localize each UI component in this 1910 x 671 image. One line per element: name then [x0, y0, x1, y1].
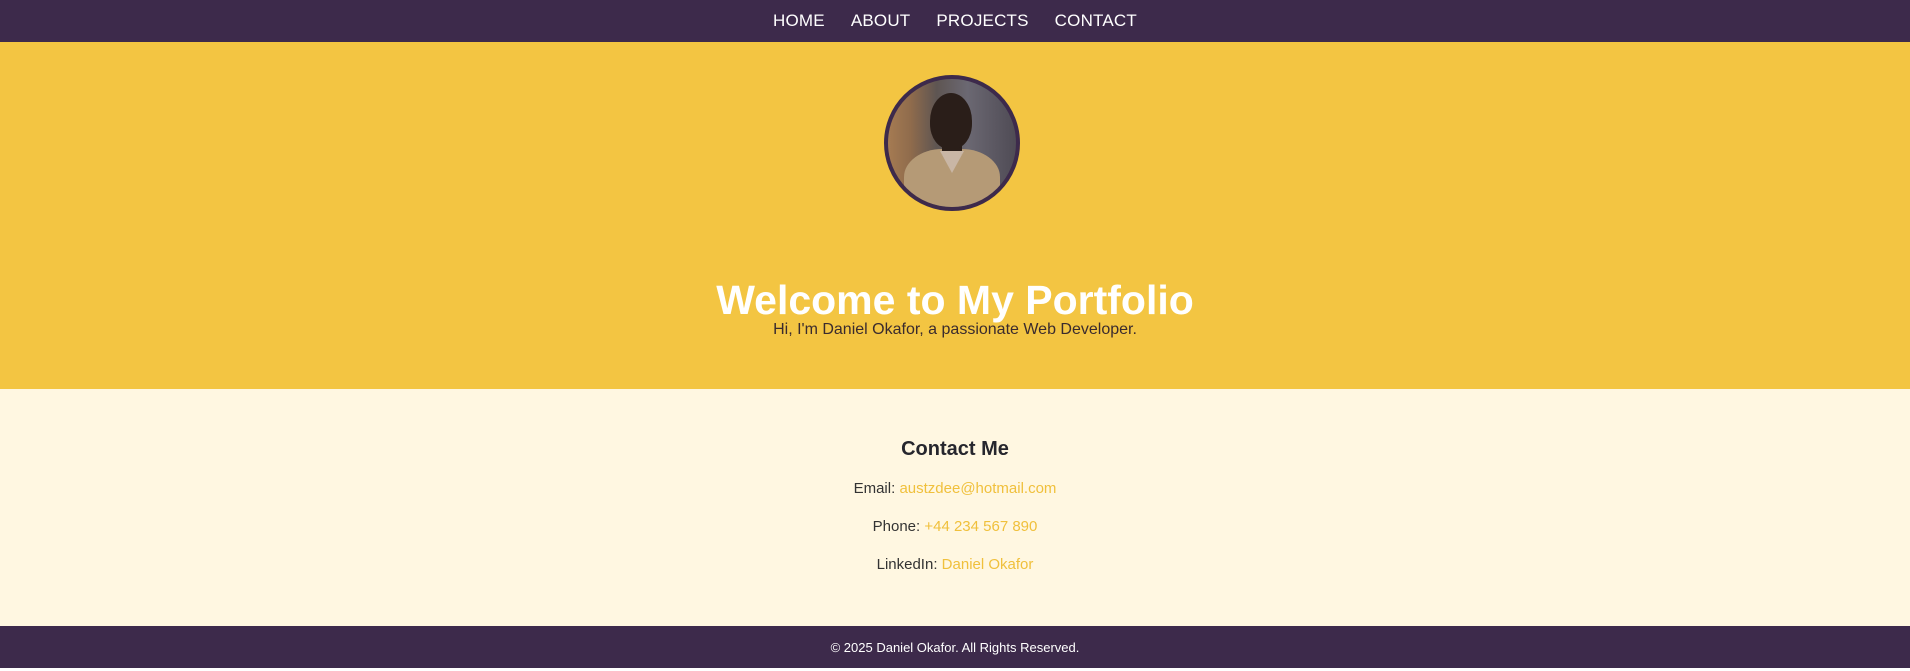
page-footer: © 2025 Daniel Okafor. All Rights Reserve…: [0, 626, 1910, 668]
phone-link[interactable]: +44 234 567 890: [924, 518, 1037, 535]
contact-email-row: Email: austzdee@hotmail.com: [0, 480, 1910, 497]
email-label: Email:: [853, 480, 896, 497]
top-nav: HOME ABOUT PROJECTS CONTACT: [0, 0, 1910, 42]
profile-photo: [884, 75, 1020, 211]
hero-title: Welcome to My Portfolio: [716, 277, 1194, 323]
phone-label: Phone:: [872, 518, 921, 535]
nav-link-contact[interactable]: CONTACT: [1055, 11, 1137, 31]
nav-link-about[interactable]: ABOUT: [851, 11, 911, 31]
footer-copyright: © 2025 Daniel Okafor. All Rights Reserve…: [830, 639, 1080, 655]
hero-subtitle: Hi, I'm Daniel Okafor, a passionate Web …: [773, 321, 1137, 338]
contact-phone-row: Phone: +44 234 567 890: [0, 518, 1910, 535]
contact-heading: Contact Me: [901, 438, 1009, 460]
photo-head: [930, 93, 972, 149]
contact-section: Contact Me Email: austzdee@hotmail.com P…: [0, 389, 1910, 626]
nav-link-home[interactable]: HOME: [773, 11, 825, 31]
contact-linkedin-row: LinkedIn: Daniel Okafor: [0, 556, 1910, 573]
hero-section: Welcome to My Portfolio Hi, I'm Daniel O…: [0, 42, 1910, 389]
email-link[interactable]: austzdee@hotmail.com: [899, 480, 1056, 497]
nav-link-projects[interactable]: PROJECTS: [936, 11, 1028, 31]
linkedin-link[interactable]: Daniel Okafor: [942, 556, 1034, 573]
linkedin-label: LinkedIn:: [876, 556, 938, 573]
